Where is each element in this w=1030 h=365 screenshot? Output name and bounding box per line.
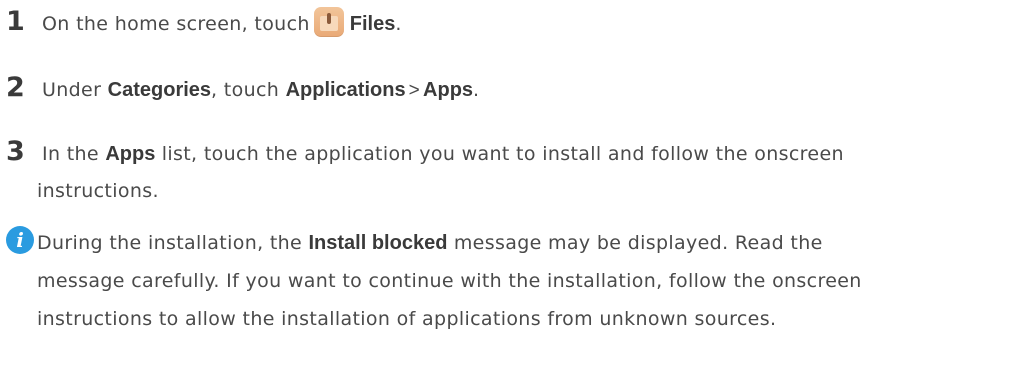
step-text-part: In the bbox=[42, 143, 99, 165]
path-separator: > bbox=[408, 80, 421, 101]
files-label: Files bbox=[349, 13, 396, 35]
note-line-2: message carefully. If you want to contin… bbox=[37, 270, 862, 292]
categories-label: Categories bbox=[107, 79, 212, 101]
step-text: In the Apps list, touch the application … bbox=[42, 137, 844, 171]
step-text: Under Categories, touch Applications > App… bbox=[42, 73, 479, 108]
step-text-part: list, touch the application you want to … bbox=[161, 143, 844, 165]
note-line-3: instructions to allow the installation o… bbox=[37, 308, 777, 330]
step-2: 2 Under Categories, touch Applications > A… bbox=[0, 72, 479, 108]
applications-label: Applications bbox=[285, 79, 406, 101]
note-text: During the installation, the Install blo… bbox=[37, 224, 1027, 338]
step-number: 1 bbox=[6, 6, 25, 37]
step-number: 2 bbox=[6, 72, 25, 103]
step-number: 3 bbox=[6, 136, 25, 167]
apps-label: Apps bbox=[105, 143, 156, 165]
step-text: On the home screen, touch Files. bbox=[42, 7, 402, 41]
install-blocked-label: Install blocked bbox=[308, 232, 448, 254]
step-3-continuation: instructions. bbox=[37, 180, 159, 202]
note-text-part: During the installation, the bbox=[37, 232, 303, 254]
step-text-part: On the home screen, touch bbox=[42, 13, 310, 35]
step-1: 1 On the home screen, touch Files. bbox=[0, 6, 402, 41]
step-text-part: . bbox=[395, 13, 402, 35]
files-app-icon bbox=[313, 7, 344, 37]
apps-label: Apps bbox=[423, 79, 474, 101]
note-line-1: During the installation, the Install blo… bbox=[37, 224, 1027, 262]
step-text-part: Under bbox=[42, 79, 102, 101]
step-text-part: . bbox=[473, 79, 480, 101]
step-text-part: , touch bbox=[211, 79, 280, 101]
step-3: 3 In the Apps list, touch the applicatio… bbox=[0, 136, 844, 171]
info-icon: i bbox=[6, 226, 34, 254]
note-text-part: message may be displayed. Read the bbox=[453, 232, 823, 254]
